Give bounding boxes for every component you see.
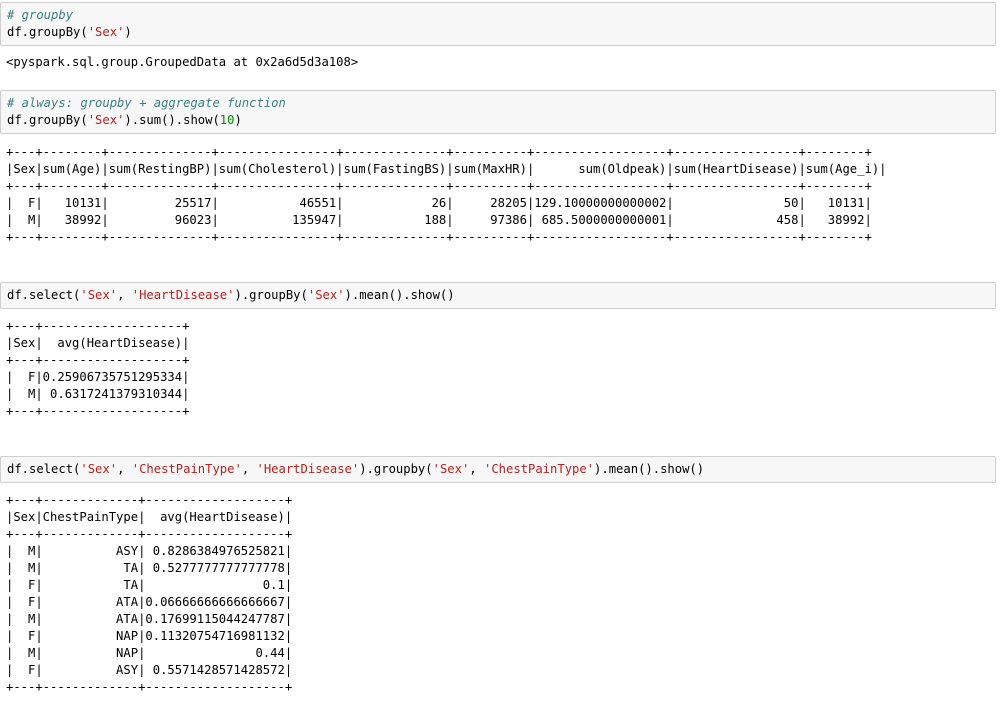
code-token: df.select( [7,288,81,302]
code-token: ).groupby( [359,462,433,476]
output-line: +---+-------------+-------------------+ [6,527,293,541]
code-token: , [241,462,257,476]
cell-3-output-table: +---+-------------------+ |Sex| avg(Heart… [6,318,189,420]
code-token: 'ChestPainType' [131,462,242,476]
code-token: ).mean().show() [594,462,705,476]
code-line: # always: groupby + aggregate function [7,95,989,112]
output-line: | M| 0.6317241379310344| [6,387,190,401]
output-line: |Sex| avg(HeartDisease)| [6,336,190,350]
code-token: , [117,288,132,302]
output-line: +---+-------------------+ [6,353,190,367]
code-cell-4-input[interactable]: df.select('Sex', 'ChestPainType', 'Heart… [0,456,996,483]
code-token: 'HeartDisease' [131,288,235,302]
code-cell-3-input[interactable]: df.select('Sex', 'HeartDisease').groupBy… [0,282,996,309]
output-line: |Sex|sum(Age)|sum(RestingBP)|sum(Cholest… [6,162,887,176]
code-line: df.select('Sex', 'HeartDisease').groupBy… [7,287,989,304]
code-token: # always: groupby + aggregate function [7,96,286,110]
code-line: df.groupBy('Sex').sum().show(10) [7,112,989,129]
output-line: <pyspark.sql.group.GroupedData at 0x2a6d… [6,55,359,69]
output-line: +---+-------------+-------------------+ [6,680,293,694]
code-token: ).groupBy( [234,288,308,302]
output-line: | F| 10131| 25517| 46551| 26| 28205|129.… [6,196,872,210]
output-line: +---+--------+--------------+-----------… [6,145,872,159]
code-token: , [469,462,484,476]
code-token: 'Sex' [87,25,125,39]
output-line: +---+-------------+-------------------+ [6,493,293,507]
code-line: df.select('Sex', 'ChestPainType', 'Heart… [7,461,989,478]
code-token: 'Sex' [80,288,118,302]
code-token: ) [124,25,132,39]
code-token: ) [234,113,242,127]
code-token: 'ChestPainType' [483,462,595,476]
code-line: # groupby [7,7,989,24]
code-token: df.groupBy( [7,113,88,127]
code-line: df.groupBy('Sex') [7,24,989,41]
code-token: 'Sex' [80,462,118,476]
output-line: +---+--------+--------------+-----------… [6,179,872,193]
output-line: | M| ATA|0.17699115044247787| [6,612,293,626]
output-line: +---+-------------------+ [6,404,190,418]
code-cell-2-input[interactable]: # always: groupby + aggregate function d… [0,90,996,134]
code-token: df.select( [7,462,81,476]
code-token: 'Sex' [307,288,345,302]
output-line: | F|0.25906735751295334| [6,370,190,384]
code-token: 'Sex' [432,462,470,476]
output-line: | F| ASY| 0.5571428571428572| [6,663,293,677]
output-line: | F| TA| 0.1| [6,578,293,592]
output-line: | M| NAP| 0.44| [6,646,293,660]
cell-1-output: <pyspark.sql.group.GroupedData at 0x2a6d… [6,54,358,71]
code-token: , [117,462,132,476]
output-line: +---+-------------------+ [6,319,190,333]
output-line: |Sex|ChestPainType| avg(HeartDisease)| [6,510,293,524]
code-token: 'Sex' [87,113,125,127]
code-token: ).mean().show() [344,288,455,302]
code-token: # groupby [7,8,74,22]
code-token: ).sum().show( [124,113,220,127]
cell-4-output-table: +---+-------------+-------------------+ |… [6,492,292,696]
cell-2-output-table: +---+--------+--------------+-----------… [6,144,887,246]
output-line: | M| 38992| 96023| 135947| 188| 97386| 6… [6,213,872,227]
output-line: +---+--------+--------------+-----------… [6,230,872,244]
code-token: 10 [219,113,235,127]
output-line: | M| TA| 0.5277777777777778| [6,561,293,575]
code-token: df.groupBy( [7,25,88,39]
code-token: 'HeartDisease' [256,462,360,476]
code-cell-1-input[interactable]: # groupby df.groupBy('Sex') [0,2,996,46]
output-line: | F| NAP|0.11320754716981132| [6,629,293,643]
output-line: | M| ASY| 0.8286384976525821| [6,544,293,558]
output-line: | F| ATA|0.06666666666666667| [6,595,293,609]
